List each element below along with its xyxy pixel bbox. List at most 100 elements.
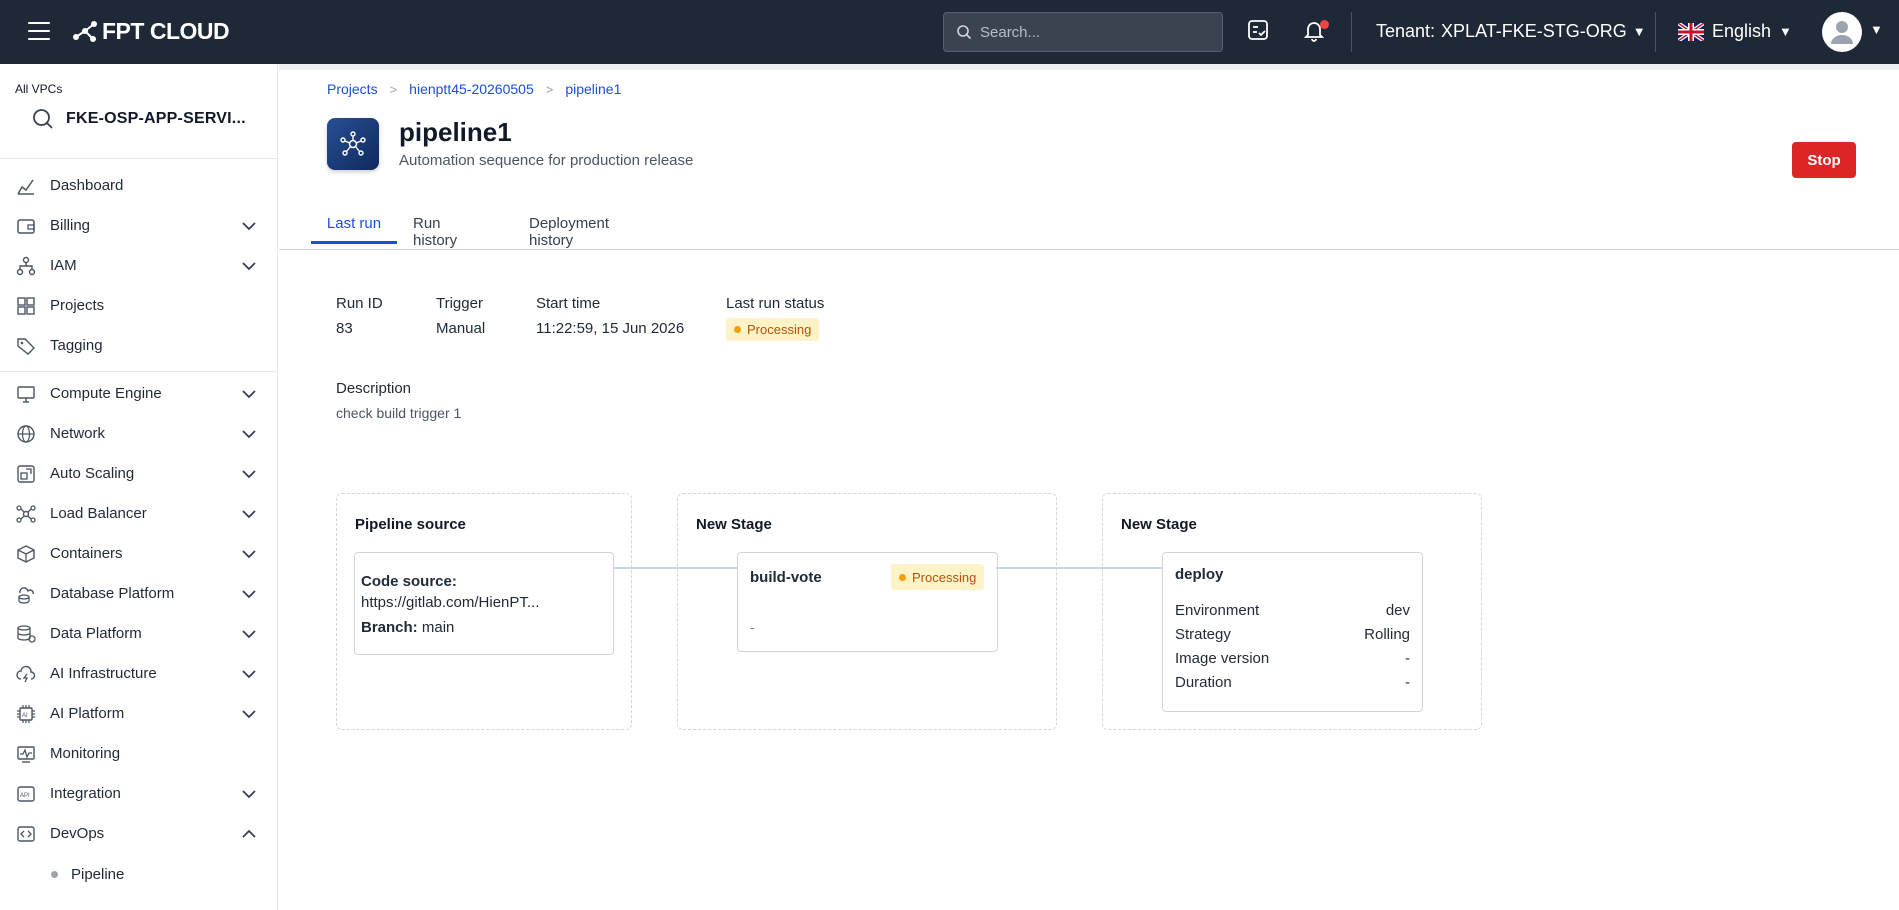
sidebar-item-label: Monitoring (50, 745, 121, 762)
vpc-selector[interactable]: FKE-OSP-APP-SERVI... (32, 108, 246, 130)
tab-last-run[interactable]: Last run (311, 200, 397, 244)
chevron-down-icon[interactable] (241, 427, 257, 441)
search-input[interactable]: Search... (943, 12, 1223, 52)
tab-deployment-history[interactable]: Deployment history (529, 200, 609, 249)
cloud-bolt-icon (16, 664, 36, 684)
chevron-down-icon[interactable] (241, 787, 257, 801)
code-window-icon (16, 824, 36, 844)
chevron-down-icon[interactable] (241, 219, 257, 233)
sidebar-item-network[interactable]: Network (0, 414, 278, 454)
caret-down-icon: ▼ (1632, 24, 1646, 39)
chevron-down-icon[interactable] (241, 467, 257, 481)
chevron-down-icon[interactable] (241, 259, 257, 273)
image-version-value: - (1405, 650, 1410, 667)
branch-row: Branch: main (361, 619, 454, 636)
tasks-icon[interactable] (1246, 18, 1274, 46)
chevron-right-icon: > (545, 81, 554, 97)
language-label: English (1712, 21, 1772, 41)
stage-1: New Stage build-vote Processing - (677, 493, 1057, 730)
box-icon (16, 544, 36, 564)
chevron-down-icon[interactable] (241, 387, 257, 401)
start-time-value: 11:22:59, 15 Jun 2026 (536, 320, 685, 337)
sidebar-item-label: Projects (50, 297, 105, 314)
tenant-name: XPLAT-FKE-STG-ORG (1441, 21, 1627, 41)
strategy-label: Strategy (1175, 626, 1231, 643)
description-label: Description (336, 380, 412, 397)
sidebar-item-load-balancer[interactable]: Load Balancer (0, 494, 278, 534)
code-source-url[interactable]: https://gitlab.com/HienPT... (361, 594, 539, 611)
trigger-value: Manual (436, 320, 486, 337)
breadcrumb-pipeline[interactable]: pipeline1 (565, 81, 621, 97)
notification-bell-icon[interactable] (1302, 18, 1330, 46)
hamburger-menu-icon[interactable] (28, 22, 50, 40)
breadcrumb-project[interactable]: hienptt45-20260505 (409, 81, 534, 97)
sidebar-item-monitoring[interactable]: Monitoring (0, 734, 278, 774)
main-content: Projects > hienptt45-20260505 > pipeline… (279, 64, 1899, 910)
sidebar-item-billing[interactable]: Billing (0, 206, 278, 246)
sidebar-item-label: AI Infrastructure (50, 665, 157, 682)
sidebar-item-iam[interactable]: IAM (0, 246, 278, 286)
status-badge: Processing (891, 564, 985, 590)
sidebar-item-dashboard[interactable]: Dashboard (0, 166, 278, 206)
ai-chip-icon: AI (16, 704, 36, 724)
globe-icon (16, 424, 36, 444)
sidebar-item-label: Auto Scaling (50, 465, 135, 482)
sidebar-item-devops[interactable]: DevOps (0, 814, 278, 854)
status-text: Processing (912, 569, 977, 585)
sidebar-item-auto-scaling[interactable]: Auto Scaling (0, 454, 278, 494)
sidebar-item-data-platform[interactable]: Data Platform (0, 614, 278, 654)
job-card-build-vote[interactable]: build-vote Processing - (737, 552, 998, 652)
chevron-up-icon[interactable] (241, 827, 257, 841)
status-dot (899, 573, 906, 581)
branch-label: Branch: (361, 619, 418, 636)
divider (0, 371, 278, 372)
sidebar: All VPCs FKE-OSP-APP-SERVI... Dashboard B… (0, 64, 278, 910)
tenant-selector[interactable]: Tenant: XPLAT-FKE-STG-ORG ▼ (1376, 21, 1646, 42)
env-label: Environment (1175, 602, 1260, 619)
breadcrumb: Projects > hienptt45-20260505 > pipeline… (327, 81, 621, 97)
language-selector[interactable]: English ▼ (1678, 21, 1792, 42)
sidebar-item-label: Tagging (50, 337, 103, 354)
sidebar-item-label: Containers (50, 545, 123, 562)
breadcrumb-projects[interactable]: Projects (327, 81, 378, 97)
source-card[interactable]: Code source: https://gitlab.com/HienPT..… (354, 552, 614, 655)
job-card-deploy[interactable]: deploy Environment dev Strategy Rolling … (1162, 552, 1423, 712)
image-version-label: Image version (1175, 650, 1270, 667)
org-chart-icon (16, 256, 36, 276)
user-avatar[interactable] (1822, 12, 1862, 52)
chevron-down-icon[interactable] (241, 547, 257, 561)
chevron-right-icon: > (389, 81, 398, 97)
monitor-icon (16, 384, 36, 404)
tenant-label: Tenant: (1376, 21, 1436, 41)
sidebar-item-projects[interactable]: Projects (0, 286, 278, 326)
stop-button[interactable]: Stop (1792, 142, 1856, 178)
run-id-value: 83 (336, 320, 353, 337)
sidebar-item-integration[interactable]: API Integration (0, 774, 278, 814)
sidebar-subitem-pipeline[interactable]: Pipeline (0, 856, 278, 892)
tab-run-history[interactable]: Run history (413, 200, 457, 249)
pipeline-source-stage: Pipeline source Code source: https://git… (336, 493, 632, 730)
sidebar-subitem-label: Pipeline (71, 866, 125, 883)
sidebar-item-database-platform[interactable]: Database Platform (0, 574, 278, 614)
start-time-label: Start time (536, 295, 601, 312)
chevron-down-icon[interactable] (241, 707, 257, 721)
chevron-down-icon[interactable] (241, 587, 257, 601)
caret-down-icon[interactable]: ▼ (1870, 22, 1883, 37)
chevron-down-icon[interactable] (241, 667, 257, 681)
sidebar-item-ai-platform[interactable]: AI AI Platform (0, 694, 278, 734)
stage-title: New Stage (1121, 516, 1197, 533)
chevron-down-icon[interactable] (241, 627, 257, 641)
sidebar-item-containers[interactable]: Containers (0, 534, 278, 574)
sidebar-item-tagging[interactable]: Tagging (0, 326, 278, 366)
sidebar-item-compute-engine[interactable]: Compute Engine (0, 374, 278, 414)
job-detail: - (750, 619, 755, 635)
divider (1351, 12, 1352, 52)
sidebar-item-ai-infrastructure[interactable]: AI Infrastructure (0, 654, 278, 694)
logo[interactable]: FPT CLOUD (72, 18, 230, 45)
duration-label: Duration (1175, 674, 1232, 691)
logo-text: FPT CLOUD (102, 18, 230, 44)
pulse-icon (16, 744, 36, 764)
sidebar-item-label: DevOps (50, 825, 105, 842)
chevron-down-icon[interactable] (241, 507, 257, 521)
sidebar-item-label: Load Balancer (50, 505, 147, 522)
